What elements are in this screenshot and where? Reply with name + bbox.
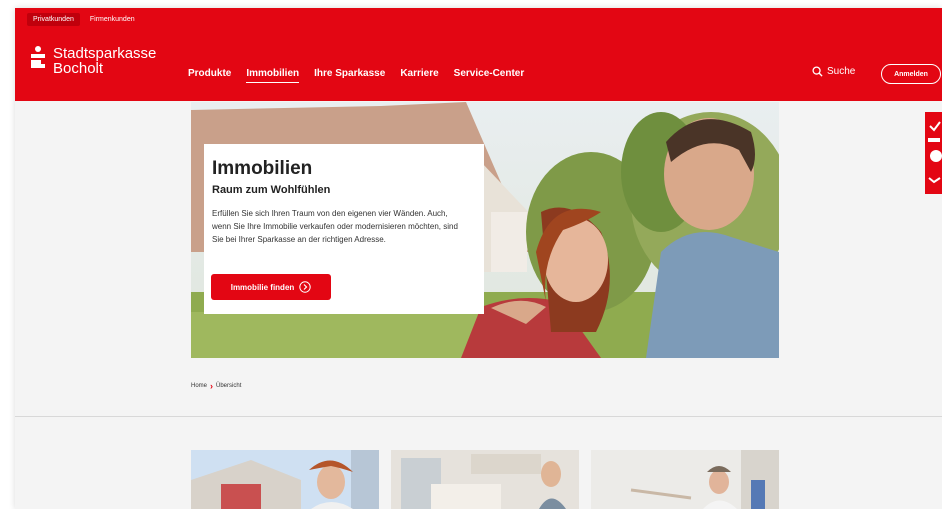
main-nav: Produkte Immobilien Ihre Sparkasse Karri… [188, 68, 524, 83]
teaser-tile-1[interactable] [191, 450, 379, 509]
breadcrumb: Home › Übersicht [191, 381, 241, 391]
nav-item-immobilien[interactable]: Immobilien [246, 68, 300, 83]
logo-text: Stadtsparkasse Bocholt [53, 46, 156, 76]
breadcrumb-separator-icon: › [210, 381, 214, 391]
teaser-tile-3[interactable] [591, 450, 779, 509]
side-feedback-widget[interactable] [925, 112, 942, 194]
login-button[interactable]: Anmelden [881, 64, 941, 84]
browser-page: Privatkunden Firmenkunden Stadtsparkasse… [15, 8, 942, 509]
site-logo[interactable]: Stadtsparkasse Bocholt [31, 46, 156, 76]
teaser-image-renovation [591, 450, 779, 509]
sparkasse-logo-icon [31, 46, 45, 68]
search-label: Suche [827, 66, 856, 77]
segment-tabs: Privatkunden Firmenkunden [27, 13, 141, 26]
search-button[interactable]: Suche [812, 66, 855, 77]
chevron-right-circle-icon [299, 281, 311, 293]
teaser-tile-2[interactable] [391, 450, 579, 509]
nav-item-produkte[interactable]: Produkte [188, 68, 231, 83]
hero-banner: Immobilien Raum zum Wohlfühlen Erfüllen … [191, 102, 779, 358]
find-property-button[interactable]: Immobilie finden [211, 274, 331, 300]
segment-tab-privatkunden[interactable]: Privatkunden [27, 13, 80, 26]
hero-subtitle: Raum zum Wohlfühlen [212, 184, 331, 196]
nav-item-ihre-sparkasse[interactable]: Ihre Sparkasse [314, 68, 385, 83]
logo-line-2: Bocholt [53, 60, 104, 77]
segment-tab-firmenkunden[interactable]: Firmenkunden [84, 13, 141, 26]
hero-description: Erfüllen Sie sich Ihren Traum von den ei… [212, 209, 458, 244]
nav-item-karriere[interactable]: Karriere [400, 68, 438, 83]
search-icon [812, 66, 823, 77]
teaser-image-interior [391, 450, 579, 509]
find-property-label: Immobilie finden [230, 282, 295, 292]
site-header: Privatkunden Firmenkunden Stadtsparkasse… [15, 8, 942, 101]
main-content: Immobilien Raum zum Wohlfühlen Erfüllen … [15, 101, 942, 509]
section-divider [15, 416, 942, 417]
breadcrumb-current: Übersicht [216, 383, 242, 389]
feedback-icon [928, 121, 942, 184]
logo-line-1: Stadtsparkasse [53, 45, 157, 62]
teaser-image-house [191, 450, 379, 509]
breadcrumb-home[interactable]: Home [191, 383, 207, 389]
nav-item-service-center[interactable]: Service-Center [454, 68, 525, 83]
hero-title: Immobilien [212, 158, 313, 179]
